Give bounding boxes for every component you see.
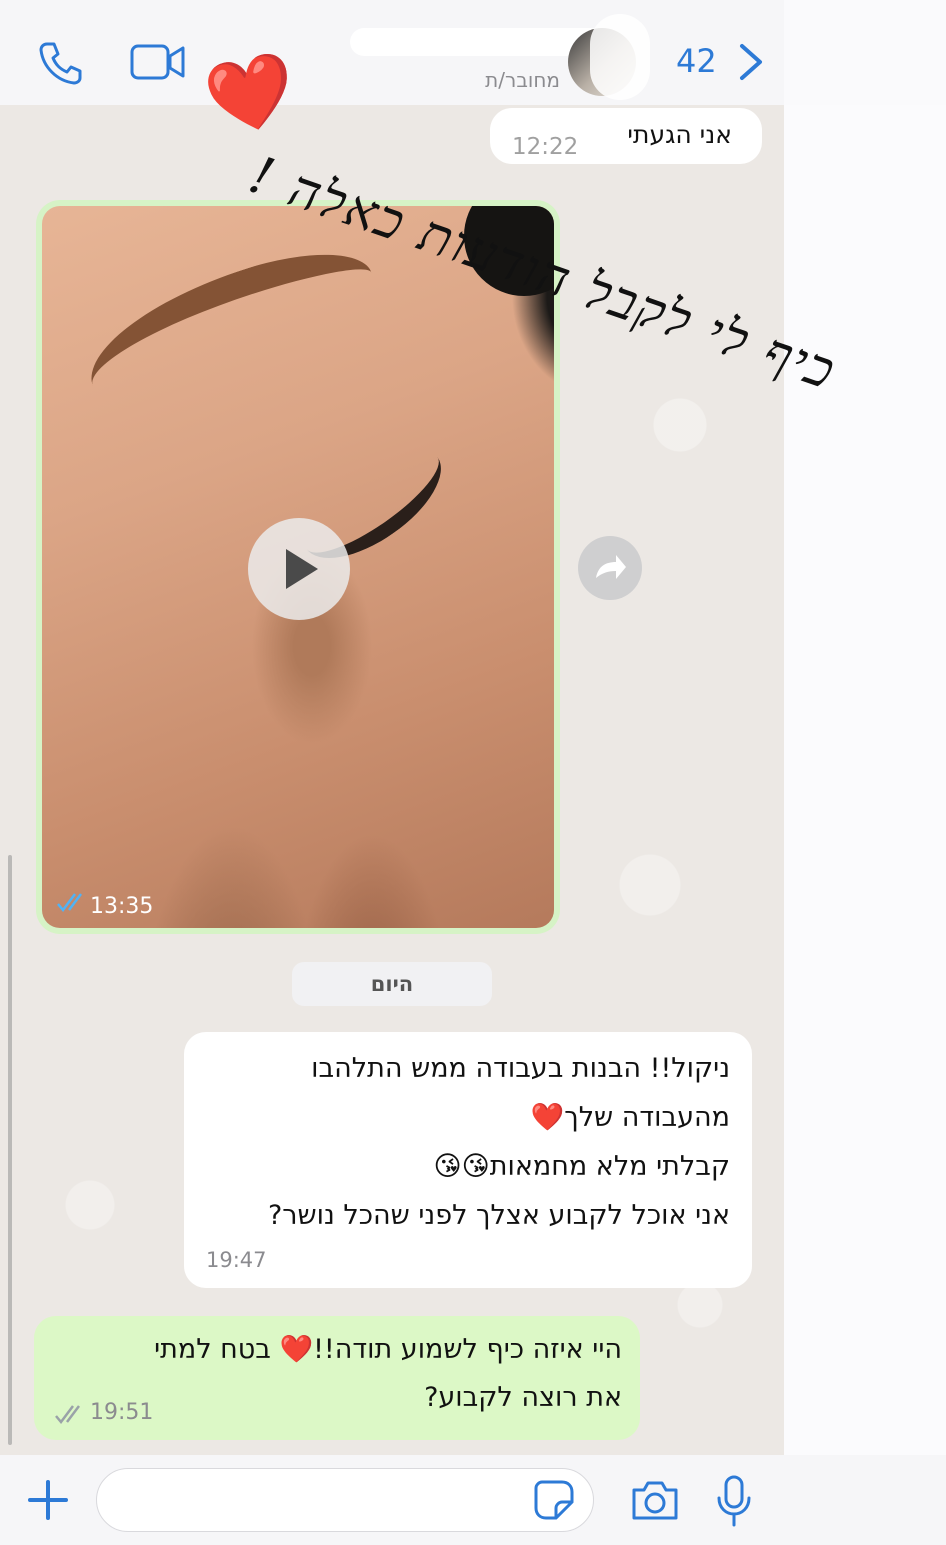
message-line: מהעבודה שלך❤️ (530, 1102, 730, 1133)
double-check-icon (55, 1405, 80, 1424)
unread-count[interactable]: 42 (676, 42, 717, 80)
avatar-redaction (590, 14, 650, 100)
message-line: קבלתי מלא מחמאות😘😘 (433, 1151, 730, 1182)
message-time: 19:51 (90, 1400, 154, 1425)
video-call-icon[interactable] (130, 42, 186, 82)
message-time: 19:47 (206, 1248, 267, 1272)
plus-icon[interactable] (26, 1478, 70, 1522)
date-separator: היום (292, 962, 492, 1006)
microphone-icon[interactable] (714, 1474, 754, 1528)
side-margin (784, 105, 946, 1455)
message-line: אני אוכל לקבוע אצלך לפני שהכל נושר? (267, 1200, 730, 1231)
message-time: 12:22 (512, 134, 579, 160)
phone-icon[interactable] (38, 40, 84, 86)
chat-screen: מחובר/ת 42 אני הגעתי 12:22 13:35 היום ני… (0, 0, 946, 1545)
chevron-right-icon[interactable] (736, 42, 766, 82)
sticker-icon[interactable] (532, 1478, 576, 1522)
contact-status: מחובר/ת (485, 68, 560, 92)
forward-button[interactable] (578, 536, 642, 600)
video-thumbnail[interactable]: 13:35 (42, 206, 554, 928)
double-check-icon (57, 893, 82, 912)
incoming-message[interactable]: ניקול!! הבנות בעבודה ממש התלהבו מהעבודה … (184, 1032, 752, 1288)
message-line: היי איזה כיף לשמוע תודה!!❤️ בטח למתי (154, 1334, 622, 1365)
message-text: אני הגעתי (627, 120, 732, 149)
heart-emoji-sticker: ❤️ (198, 43, 304, 145)
play-button[interactable] (248, 518, 350, 620)
message-line: ניקול!! הבנות בעבודה ממש התלהבו (311, 1053, 730, 1084)
message-input[interactable] (96, 1468, 594, 1532)
play-icon (286, 549, 318, 589)
camera-icon[interactable] (630, 1478, 680, 1522)
scrollbar[interactable] (8, 855, 12, 1445)
message-time: 13:35 (90, 894, 154, 919)
chat-header: מחובר/ת 42 (0, 0, 784, 106)
forward-icon (596, 555, 626, 579)
outgoing-message[interactable]: היי איזה כיף לשמוע תודה!!❤️ בטח למתי את … (34, 1316, 640, 1440)
